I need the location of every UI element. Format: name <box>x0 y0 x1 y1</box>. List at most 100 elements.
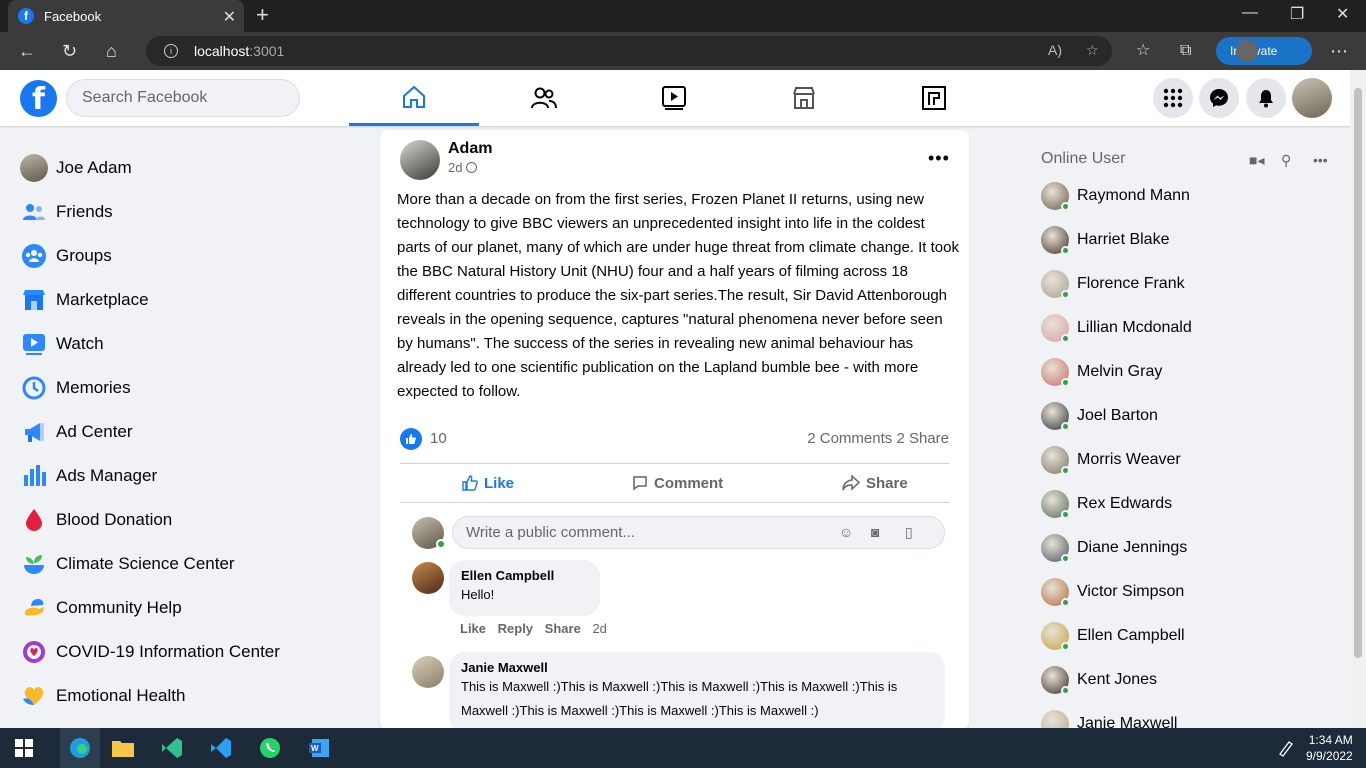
site-info-icon[interactable]: i <box>164 44 178 58</box>
comment-like-button[interactable]: Like <box>460 621 486 636</box>
video-call-icon[interactable]: ■◂ <box>1249 152 1264 169</box>
camera-icon[interactable]: ◙ <box>871 524 879 540</box>
online-user[interactable]: Harriet Blake <box>1041 220 1169 260</box>
inprivate-button[interactable]: InPrivate <box>1216 37 1312 65</box>
emoji-icon[interactable]: ☺ <box>839 524 853 540</box>
online-user[interactable]: Kent Jones <box>1041 660 1157 700</box>
tab-friends[interactable] <box>479 70 609 126</box>
online-status-dot <box>1061 378 1070 387</box>
like-count[interactable]: 10 <box>430 430 447 447</box>
online-user[interactable]: Melvin Gray <box>1041 352 1162 392</box>
word-icon[interactable]: W <box>305 734 333 762</box>
sidebar-item-blood-donation[interactable]: Blood Donation <box>0 498 300 542</box>
file-explorer-icon[interactable] <box>109 734 137 762</box>
add-favorite-icon[interactable]: ☆ <box>1086 42 1099 59</box>
sidebar-item-community-help[interactable]: Community Help <box>0 586 300 630</box>
facebook-logo-icon[interactable]: f <box>20 80 57 117</box>
sidebar-item-watch[interactable]: Watch <box>0 322 300 366</box>
sidebar-item-climate-science[interactable]: Climate Science Center <box>0 542 300 586</box>
groups-icon <box>20 242 48 270</box>
search-input[interactable]: Search Facebook <box>66 79 300 117</box>
post-author-avatar[interactable] <box>400 140 440 180</box>
system-clock[interactable]: 1:34 AM 9/9/2022 <box>1306 732 1353 764</box>
post-author-name[interactable]: Adam <box>448 140 492 158</box>
read-aloud-icon[interactable]: A) <box>1048 42 1062 58</box>
collections-icon[interactable]: ⧉ <box>1180 40 1191 62</box>
sidebar-item-emotional-health[interactable]: Emotional Health <box>0 674 300 718</box>
tab-gaming[interactable] <box>869 70 999 126</box>
comment-actions: Like Reply Share 2d <box>460 621 615 636</box>
comment-share-button[interactable]: Share <box>545 621 581 636</box>
vscode-icon[interactable] <box>207 734 235 762</box>
sidebar-item-friends[interactable]: Friends <box>0 190 300 234</box>
new-tab-icon[interactable]: + <box>256 4 269 26</box>
online-user[interactable]: Florence Frank <box>1041 264 1185 304</box>
post-text: More than a decade on from the first ser… <box>397 191 959 400</box>
clock-date: 9/9/2022 <box>1306 749 1353 763</box>
close-window-icon[interactable]: ✕ <box>1336 4 1349 24</box>
comment-icon <box>633 476 647 491</box>
browser-tab[interactable]: f Facebook ✕ <box>8 0 244 32</box>
online-user[interactable]: Ellen Campbell <box>1041 616 1185 656</box>
url-host: localhost <box>194 43 250 59</box>
online-user[interactable]: Joel Barton <box>1041 396 1158 436</box>
sidebar-item-ads-manager[interactable]: Ads Manager <box>0 454 300 498</box>
menu-grid-button[interactable] <box>1153 78 1193 118</box>
comment-input[interactable]: Write a public comment... ☺ ◙ ▯ <box>452 516 945 549</box>
online-user[interactable]: Rex Edwards <box>1041 484 1172 524</box>
home-icon[interactable]: ⌂ <box>106 40 117 62</box>
sidebar-item-profile[interactable]: Joe Adam <box>0 146 300 190</box>
minimize-icon[interactable]: — <box>1242 4 1258 22</box>
post-options-icon[interactable]: ••• <box>928 148 950 169</box>
like-button[interactable]: Like <box>462 470 514 496</box>
online-user-avatar <box>1041 446 1070 475</box>
whatsapp-icon[interactable] <box>256 734 284 762</box>
online-status-dot <box>1061 466 1070 475</box>
comment-author[interactable]: Janie Maxwell <box>461 660 933 675</box>
close-tab-icon[interactable]: ✕ <box>223 7 236 27</box>
comment-text: Hello! <box>461 587 495 602</box>
comments-count[interactable]: 2 Comments <box>807 430 892 447</box>
comment-avatar[interactable] <box>412 656 444 688</box>
clock-time: 1:34 AM <box>1308 733 1353 747</box>
tab-marketplace[interactable] <box>739 70 869 126</box>
online-user[interactable]: Raymond Mann <box>1041 176 1190 216</box>
windows-start-icon[interactable] <box>10 734 38 762</box>
gif-icon[interactable]: ▯ <box>905 524 913 541</box>
notifications-button[interactable] <box>1246 78 1286 118</box>
messenger-button[interactable] <box>1199 78 1239 118</box>
comment-reply-button[interactable]: Reply <box>498 621 533 636</box>
share-button[interactable]: Share <box>842 470 908 496</box>
account-avatar[interactable] <box>1292 78 1332 118</box>
favorites-icon[interactable]: ☆ <box>1136 40 1150 62</box>
address-bar[interactable]: i localhost:3001 A) ☆ <box>146 36 1112 66</box>
online-user-avatar <box>1041 490 1070 519</box>
page-scrollbar[interactable] <box>1350 70 1366 728</box>
visual-studio-icon[interactable] <box>158 734 186 762</box>
refresh-icon[interactable]: ↻ <box>62 40 77 62</box>
tab-home[interactable] <box>349 70 479 126</box>
search-icon[interactable]: ⚲ <box>1281 152 1291 169</box>
restore-icon[interactable]: ❐ <box>1290 4 1304 24</box>
edge-browser-icon[interactable] <box>60 728 100 768</box>
online-user[interactable]: Diane Jennings <box>1041 528 1187 568</box>
online-user[interactable]: Lillian Mcdonald <box>1041 308 1192 348</box>
sidebar-item-ad-center[interactable]: Ad Center <box>0 410 300 454</box>
back-icon[interactable]: ← <box>18 40 36 62</box>
sidebar-item-groups[interactable]: Groups <box>0 234 300 278</box>
more-options-icon[interactable]: ••• <box>1313 152 1328 168</box>
sidebar-item-memories[interactable]: Memories <box>0 366 300 410</box>
comment-author[interactable]: Ellen Campbell <box>461 568 588 583</box>
online-user[interactable]: Janie Maxwell <box>1041 704 1177 728</box>
comment-button[interactable]: Comment <box>632 470 723 496</box>
settings-more-icon[interactable]: ⋯ <box>1330 40 1348 62</box>
scrollbar-thumb[interactable] <box>1354 88 1362 658</box>
sidebar-item-covid[interactable]: COVID-19 Information Center <box>0 630 300 674</box>
online-user[interactable]: Victor Simpson <box>1041 572 1184 612</box>
tab-watch[interactable] <box>609 70 739 126</box>
comment-avatar[interactable] <box>412 562 444 594</box>
share-count[interactable]: 2 Share <box>896 430 949 447</box>
sidebar-item-marketplace[interactable]: Marketplace <box>0 278 300 322</box>
online-user[interactable]: Morris Weaver <box>1041 440 1181 480</box>
pen-icon[interactable] <box>1272 734 1300 762</box>
